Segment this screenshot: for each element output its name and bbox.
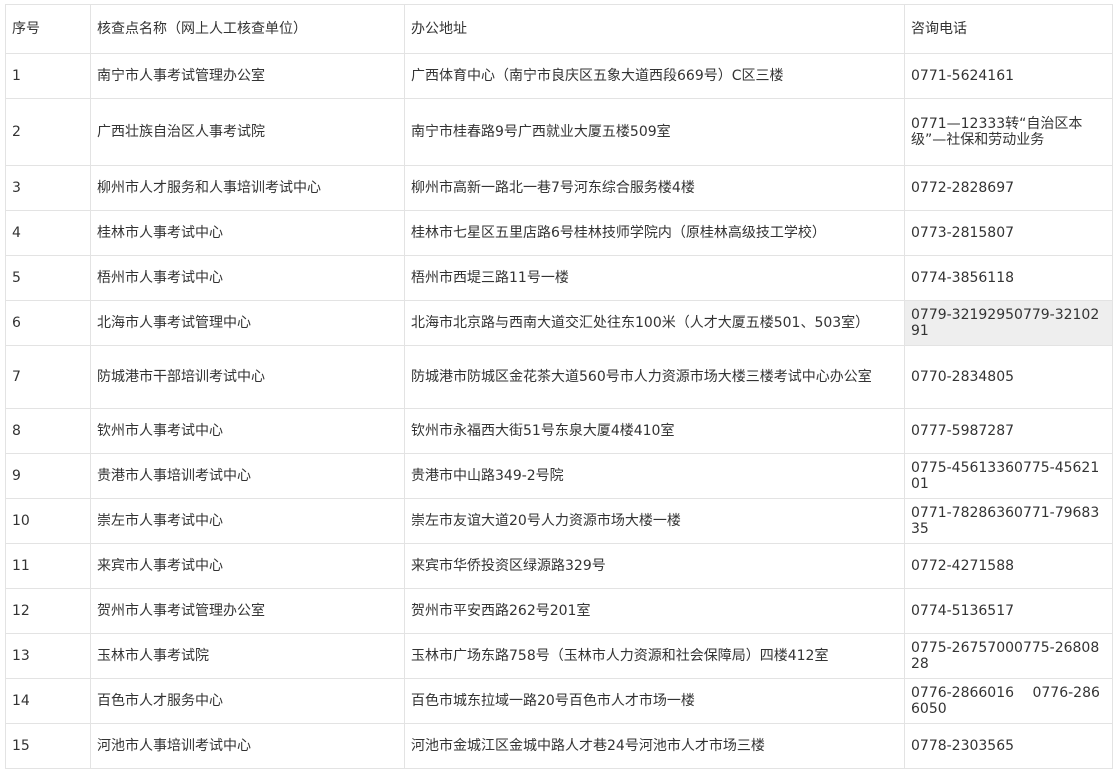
cell-index: 9 <box>5 453 91 499</box>
cell-name: 来宾市人事考试中心 <box>90 543 405 589</box>
cell-index: 11 <box>5 543 91 589</box>
cell-phone: 0774-3856118 <box>904 255 1113 301</box>
cell-phone: 0771—12333转“自治区本级”—社保和劳动业务 <box>904 98 1113 166</box>
table-header-row: 序号 核查点名称（网上人工核查单位） 办公地址 咨询电话 <box>5 4 1113 54</box>
cell-index: 15 <box>5 723 91 769</box>
cell-phone: 0771-5624161 <box>904 53 1113 99</box>
cell-index: 12 <box>5 588 91 634</box>
cell-address: 河池市金城江区金城中路人才巷24号河池市人才市场三楼 <box>404 723 905 769</box>
cell-index: 2 <box>5 98 91 166</box>
cell-phone: 0773-2815807 <box>904 210 1113 256</box>
cell-address: 梧州市西堤三路11号一楼 <box>404 255 905 301</box>
cell-name: 河池市人事培训考试中心 <box>90 723 405 769</box>
cell-address: 北海市北京路与西南大道交汇处往东100米（人才大厦五楼501、503室） <box>404 300 905 346</box>
table-row: 3 柳州市人才服务和人事培训考试中心 柳州市高新一路北一巷7号河东综合服务楼4楼… <box>5 165 1113 211</box>
cell-name: 柳州市人才服务和人事培训考试中心 <box>90 165 405 211</box>
cell-name: 玉林市人事考试院 <box>90 633 405 679</box>
cell-index: 3 <box>5 165 91 211</box>
cell-phone: 0775-45613360775-4562101 <box>904 453 1113 499</box>
cell-address: 来宾市华侨投资区绿源路329号 <box>404 543 905 589</box>
cell-phone: 0774-5136517 <box>904 588 1113 634</box>
table-row: 9 贵港市人事培训考试中心 贵港市中山路349-2号院 0775-4561336… <box>5 453 1113 499</box>
cell-address: 钦州市永福西大街51号东泉大厦4楼410室 <box>404 408 905 454</box>
cell-name: 桂林市人事考试中心 <box>90 210 405 256</box>
cell-index: 1 <box>5 53 91 99</box>
table-row: 6 北海市人事考试管理中心 北海市北京路与西南大道交汇处往东100米（人才大厦五… <box>5 300 1113 346</box>
cell-index: 13 <box>5 633 91 679</box>
cell-phone: 0778-2303565 <box>904 723 1113 769</box>
table-row: 15 河池市人事培训考试中心 河池市金城江区金城中路人才巷24号河池市人才市场三… <box>5 723 1113 769</box>
cell-phone: 0772-4271588 <box>904 543 1113 589</box>
cell-index: 4 <box>5 210 91 256</box>
cell-index: 14 <box>5 678 91 724</box>
cell-name: 梧州市人事考试中心 <box>90 255 405 301</box>
header-checkpoint-name: 核查点名称（网上人工核查单位） <box>90 4 405 54</box>
cell-name: 崇左市人事考试中心 <box>90 498 405 544</box>
table-row: 10 崇左市人事考试中心 崇左市友谊大道20号人力资源市场大楼一楼 0771-7… <box>5 498 1113 544</box>
cell-phone: 0775-26757000775-2680828 <box>904 633 1113 679</box>
cell-index: 5 <box>5 255 91 301</box>
cell-index: 10 <box>5 498 91 544</box>
cell-name: 防城港市干部培训考试中心 <box>90 345 405 409</box>
cell-phone: 0770-2834805 <box>904 345 1113 409</box>
table-row: 14 百色市人才服务中心 百色市城东拉域一路20号百色市人才市场一楼 0776-… <box>5 678 1113 724</box>
cell-index: 6 <box>5 300 91 346</box>
cell-phone: 0779-32192950779-3210291 <box>904 300 1113 346</box>
header-phone: 咨询电话 <box>904 4 1113 54</box>
table-row: 12 贺州市人事考试管理办公室 贺州市平安西路262号201室 0774-513… <box>5 588 1113 634</box>
cell-phone: 0776-2866016 0776-2866050 <box>904 678 1113 724</box>
cell-address: 百色市城东拉域一路20号百色市人才市场一楼 <box>404 678 905 724</box>
cell-address: 南宁市桂春路9号广西就业大厦五楼509室 <box>404 98 905 166</box>
cell-address: 崇左市友谊大道20号人力资源市场大楼一楼 <box>404 498 905 544</box>
cell-address: 桂林市七星区五里店路6号桂林技师学院内（原桂林高级技工学校） <box>404 210 905 256</box>
table-row: 11 来宾市人事考试中心 来宾市华侨投资区绿源路329号 0772-427158… <box>5 543 1113 589</box>
table-row: 8 钦州市人事考试中心 钦州市永福西大街51号东泉大厦4楼410室 0777-5… <box>5 408 1113 454</box>
cell-name: 贵港市人事培训考试中心 <box>90 453 405 499</box>
table-row: 1 南宁市人事考试管理办公室 广西体育中心（南宁市良庆区五象大道西段669号）C… <box>5 53 1113 99</box>
cell-index: 7 <box>5 345 91 409</box>
cell-phone: 0771-78286360771-7968335 <box>904 498 1113 544</box>
table-row: 13 玉林市人事考试院 玉林市广场东路758号（玉林市人力资源和社会保障局）四楼… <box>5 633 1113 679</box>
header-office-address: 办公地址 <box>404 4 905 54</box>
table-row: 7 防城港市干部培训考试中心 防城港市防城区金花茶大道560号市人力资源市场大楼… <box>5 345 1113 409</box>
table-row: 4 桂林市人事考试中心 桂林市七星区五里店路6号桂林技师学院内（原桂林高级技工学… <box>5 210 1113 256</box>
cell-name: 南宁市人事考试管理办公室 <box>90 53 405 99</box>
cell-address: 玉林市广场东路758号（玉林市人力资源和社会保障局）四楼412室 <box>404 633 905 679</box>
cell-address: 柳州市高新一路北一巷7号河东综合服务楼4楼 <box>404 165 905 211</box>
cell-address: 防城港市防城区金花茶大道560号市人力资源市场大楼三楼考试中心办公室 <box>404 345 905 409</box>
cell-name: 北海市人事考试管理中心 <box>90 300 405 346</box>
cell-name: 广西壮族自治区人事考试院 <box>90 98 405 166</box>
header-index: 序号 <box>5 4 91 54</box>
cell-address: 广西体育中心（南宁市良庆区五象大道西段669号）C区三楼 <box>404 53 905 99</box>
cell-name: 百色市人才服务中心 <box>90 678 405 724</box>
table-row: 2 广西壮族自治区人事考试院 南宁市桂春路9号广西就业大厦五楼509室 0771… <box>5 98 1113 166</box>
cell-address: 贺州市平安西路262号201室 <box>404 588 905 634</box>
cell-phone: 0772-2828697 <box>904 165 1113 211</box>
checkpoint-table: 序号 核查点名称（网上人工核查单位） 办公地址 咨询电话 1 南宁市人事考试管理… <box>5 4 1113 769</box>
cell-name: 贺州市人事考试管理办公室 <box>90 588 405 634</box>
table-row: 5 梧州市人事考试中心 梧州市西堤三路11号一楼 0774-3856118 <box>5 255 1113 301</box>
cell-index: 8 <box>5 408 91 454</box>
cell-phone: 0777-5987287 <box>904 408 1113 454</box>
cell-name: 钦州市人事考试中心 <box>90 408 405 454</box>
cell-address: 贵港市中山路349-2号院 <box>404 453 905 499</box>
